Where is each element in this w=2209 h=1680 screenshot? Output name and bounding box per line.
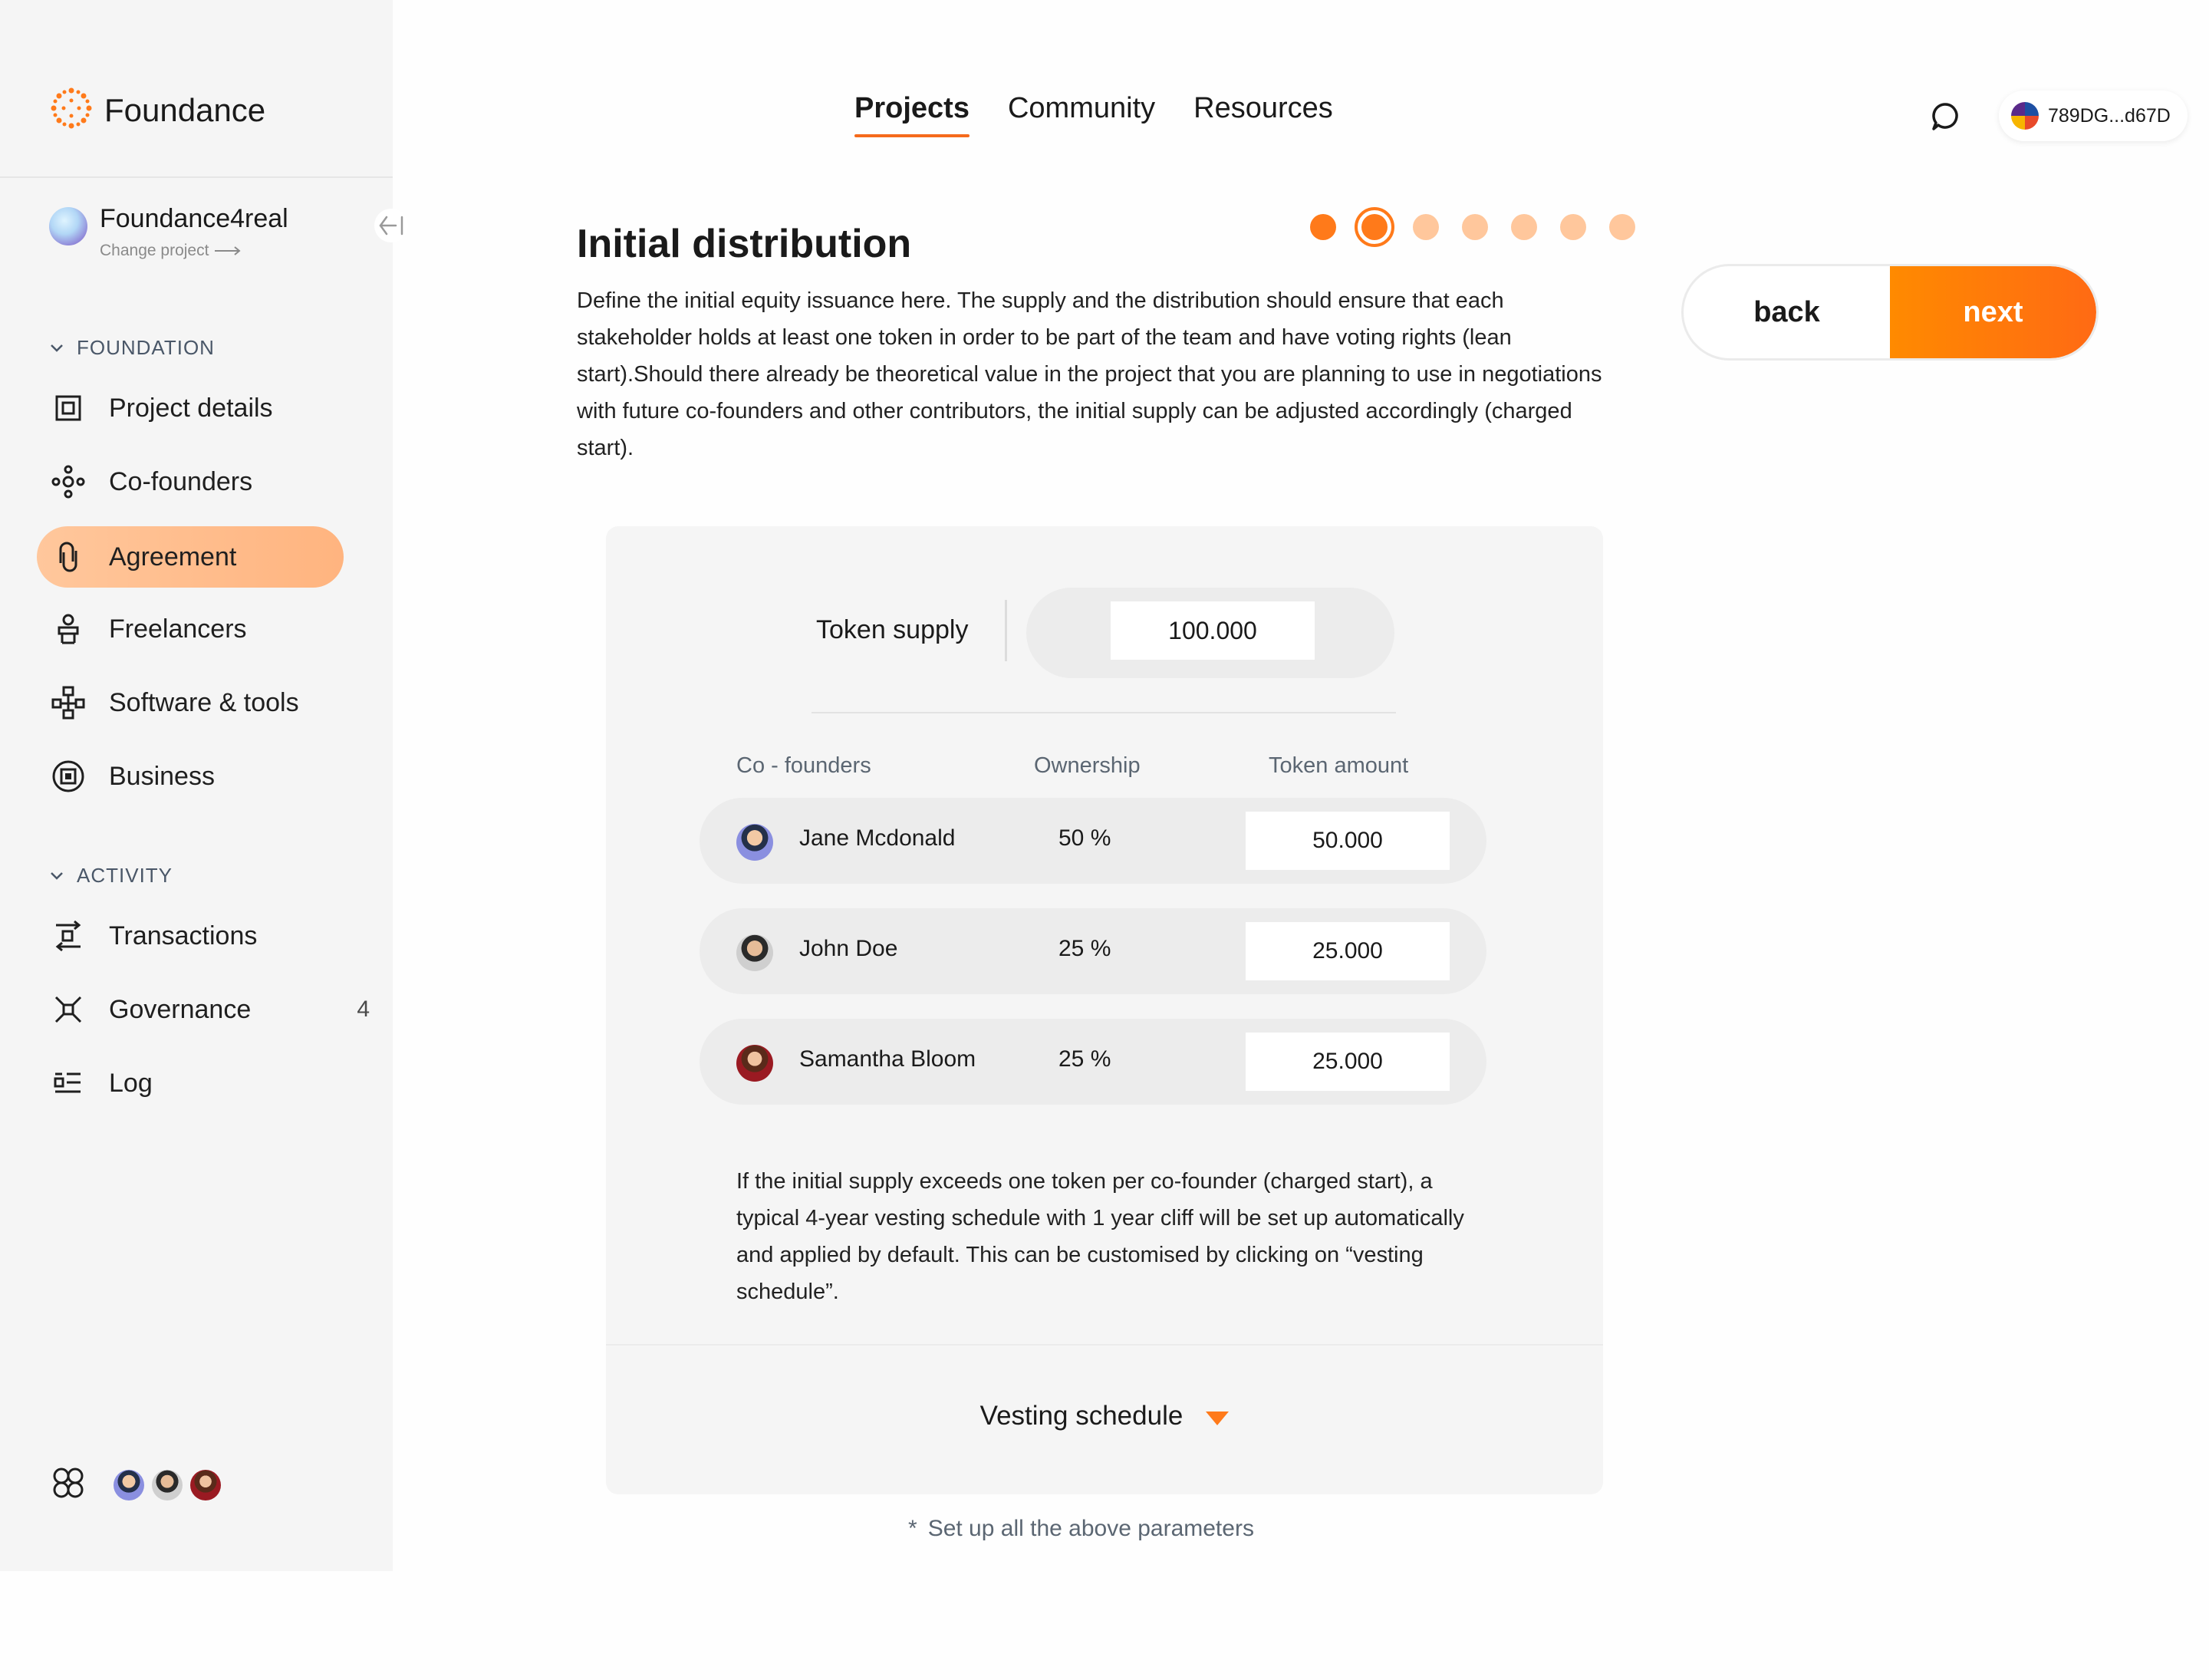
- sidebar-item-software-tools[interactable]: Software & tools: [37, 672, 344, 733]
- chat-icon: [1932, 103, 1958, 130]
- chevron-down-icon: [51, 871, 63, 880]
- chat-button[interactable]: [1928, 100, 1962, 133]
- team-members[interactable]: [49, 1465, 221, 1504]
- divider: [812, 712, 1396, 713]
- tab-community[interactable]: Community: [1008, 92, 1155, 125]
- cofounder-row: John Doe 25 % 25.000: [700, 908, 1486, 994]
- wizard-navigation: back next: [1681, 264, 2099, 361]
- cofounder-row: Samantha Bloom 25 % 25.000: [700, 1019, 1486, 1105]
- sidebar-item-agreement[interactable]: Agreement: [37, 526, 344, 588]
- token-supply-label: Token supply: [816, 615, 969, 644]
- step-dot[interactable]: [1511, 214, 1537, 240]
- distribution-card: Token supply 100.000 Co - founders Owner…: [606, 526, 1603, 1494]
- cofounder-name: John Doe: [799, 936, 898, 961]
- sidebar-divider: [0, 176, 393, 178]
- ownership-value: 25 %: [1058, 1046, 1111, 1072]
- sidebar-item-co-founders[interactable]: Co-founders: [37, 451, 344, 512]
- brand-logo[interactable]: Foundance: [49, 86, 265, 134]
- project-avatar: [49, 207, 87, 245]
- column-header-ownership: Ownership: [1034, 753, 1141, 778]
- next-button[interactable]: next: [1890, 266, 2096, 358]
- cofounder-name: Jane Mcdonald: [799, 825, 956, 851]
- change-project-link[interactable]: Change project: [100, 242, 288, 260]
- sidebar-item-freelancers[interactable]: Freelancers: [37, 598, 344, 660]
- project-name: Foundance4real: [100, 204, 288, 233]
- cofounder-row: Jane Mcdonald 50 % 50.000: [700, 798, 1486, 884]
- transactions-icon: [51, 918, 86, 954]
- agreement-icon: [51, 539, 86, 575]
- top-navigation: Projects Community Resources: [854, 92, 1333, 137]
- avatar: [736, 1045, 773, 1082]
- collapse-sidebar-button[interactable]: [374, 209, 408, 242]
- caret-down-icon: [1206, 1412, 1230, 1425]
- sidebar-item-project-details[interactable]: Project details: [37, 377, 344, 439]
- avatar[interactable]: [114, 1469, 144, 1500]
- activity-section-toggle[interactable]: ACTIVITY: [49, 864, 173, 888]
- avatar[interactable]: [152, 1469, 183, 1500]
- sidebar: Foundance Foundance4real Change project …: [0, 0, 408, 1571]
- asterisk: *: [908, 1516, 917, 1541]
- team-icon: [49, 1465, 87, 1504]
- back-button[interactable]: back: [1684, 266, 1890, 358]
- sidebar-item-transactions[interactable]: Transactions: [37, 905, 344, 967]
- chevron-down-icon: [51, 344, 63, 352]
- ownership-value: 25 %: [1058, 936, 1111, 961]
- wallet-avatar: [2011, 102, 2039, 130]
- page-description: Define the initial equity issuance here.…: [577, 288, 1602, 460]
- vesting-schedule-label: Vesting schedule: [979, 1401, 1184, 1431]
- software-tools-icon: [51, 685, 86, 720]
- project-details-icon: [51, 390, 86, 426]
- vesting-schedule-toggle[interactable]: Vesting schedule: [606, 1401, 1603, 1431]
- avatar: [736, 824, 773, 861]
- step-dot[interactable]: [1609, 214, 1635, 240]
- step-dot[interactable]: [1310, 214, 1336, 240]
- step-dot[interactable]: [1413, 214, 1439, 240]
- business-icon: [51, 759, 86, 794]
- column-header-token-amount: Token amount: [1269, 753, 1409, 778]
- governance-count-badge: 4: [357, 996, 370, 1022]
- tab-resources[interactable]: Resources: [1193, 92, 1333, 125]
- avatar[interactable]: [190, 1469, 221, 1500]
- sidebar-item-log[interactable]: Log: [37, 1052, 344, 1114]
- setup-hint: * Set up all the above parameters: [908, 1516, 1254, 1542]
- log-icon: [51, 1066, 86, 1101]
- divider: [606, 1344, 1603, 1346]
- arrow-right-icon: [215, 246, 241, 255]
- token-amount-input[interactable]: 50.000: [1246, 812, 1450, 870]
- collapse-icon: [379, 216, 403, 236]
- step-dot-current[interactable]: [1355, 207, 1394, 247]
- project-switcher[interactable]: Foundance4real Change project: [49, 204, 288, 260]
- brand-name: Foundance: [104, 91, 266, 128]
- ownership-value: 50 %: [1058, 825, 1111, 851]
- page-title: Initial distribution: [577, 222, 912, 266]
- token-amount-input[interactable]: 25.000: [1246, 1033, 1450, 1091]
- sidebar-item-governance[interactable]: Governance 4: [37, 979, 370, 1040]
- token-amount-input[interactable]: 25.000: [1246, 922, 1450, 980]
- tab-projects[interactable]: Projects: [854, 92, 970, 137]
- hint-text: Set up all the above parameters: [927, 1516, 1254, 1541]
- sidebar-item-business[interactable]: Business: [37, 746, 344, 807]
- vesting-note: If the initial supply exceeds one token …: [736, 1169, 1464, 1304]
- avatar: [736, 934, 773, 971]
- column-header-co-founders: Co - founders: [736, 753, 871, 778]
- co-founders-icon: [51, 464, 86, 499]
- step-dot[interactable]: [1462, 214, 1488, 240]
- divider: [1005, 600, 1007, 661]
- step-dot[interactable]: [1560, 214, 1586, 240]
- cofounder-name: Samantha Bloom: [799, 1046, 976, 1072]
- wallet-address: 789DG...d67D: [2048, 104, 2171, 127]
- governance-icon: [51, 992, 86, 1027]
- foundance-logo-icon: [49, 86, 94, 134]
- freelancers-icon: [51, 611, 86, 647]
- step-progress: [1310, 207, 1635, 247]
- foundation-section-toggle[interactable]: FOUNDATION: [49, 336, 215, 360]
- wallet-button[interactable]: 789DG...d67D: [1999, 91, 2188, 141]
- token-supply-input[interactable]: 100.000: [1111, 601, 1315, 660]
